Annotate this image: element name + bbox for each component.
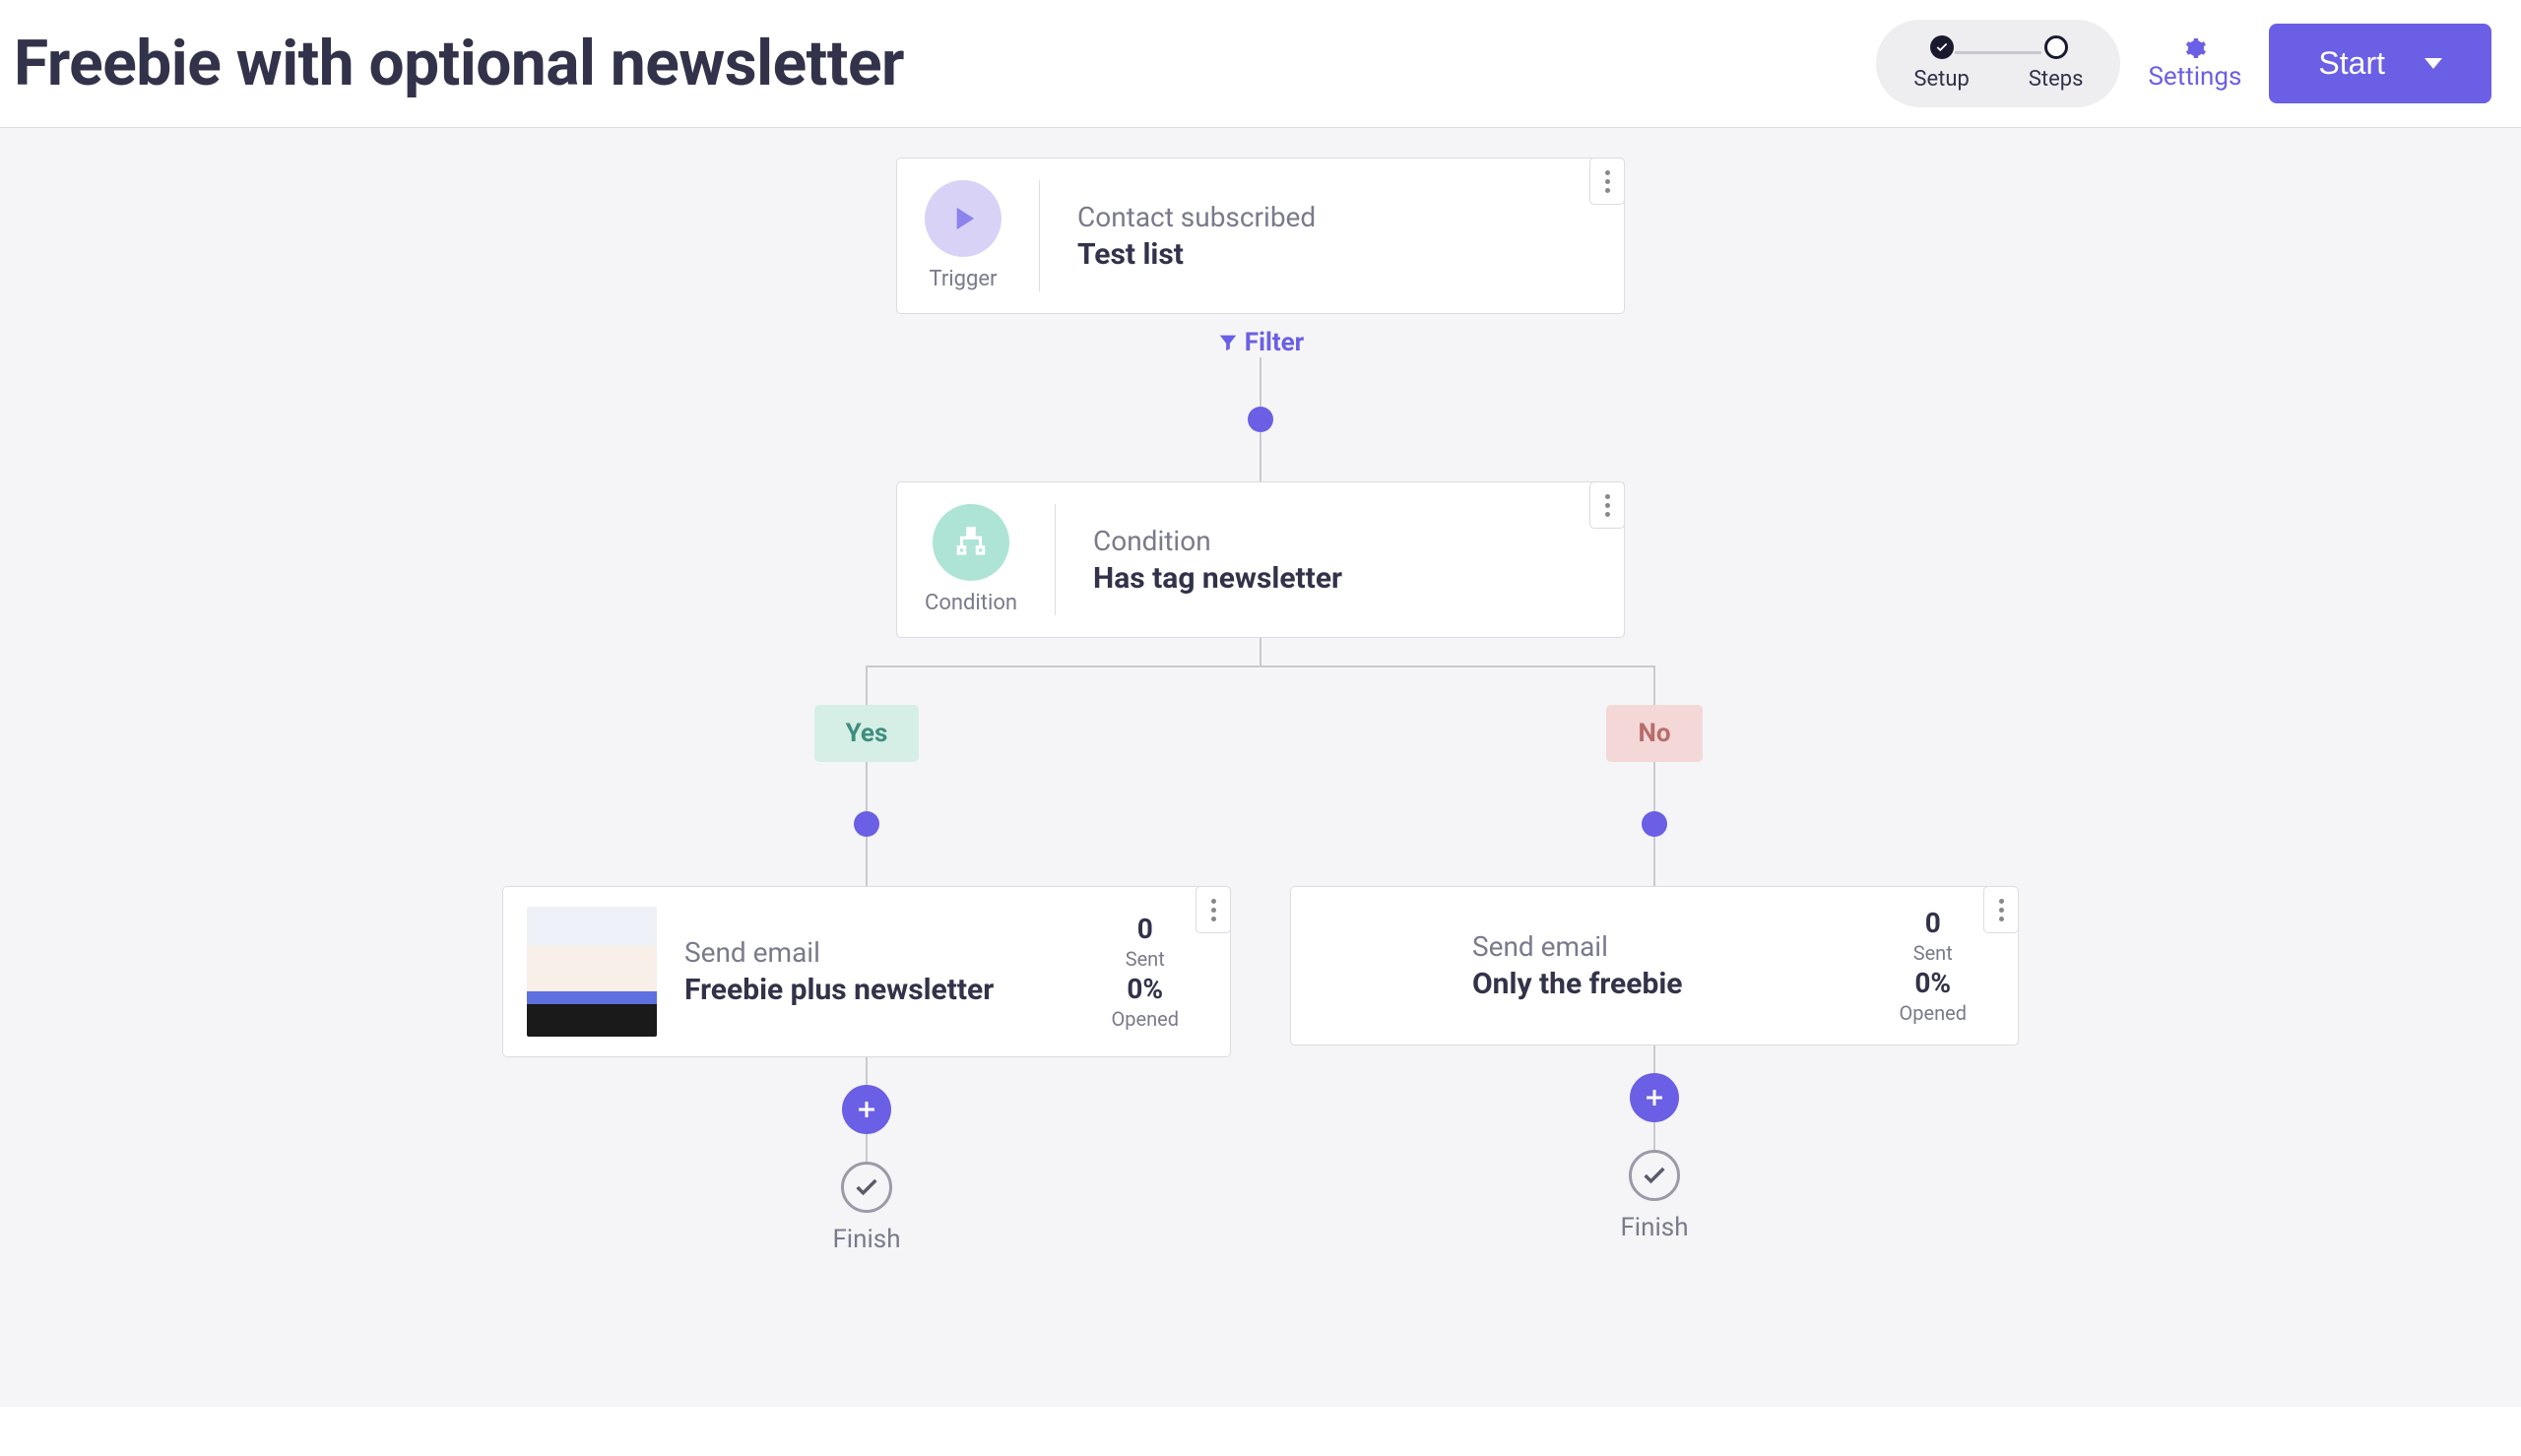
node-menu-button[interactable] — [1589, 158, 1625, 205]
connector — [1653, 762, 1655, 811]
connector — [473, 665, 1260, 705]
connector — [1260, 638, 1261, 665]
play-icon — [925, 180, 1002, 257]
plus-icon — [855, 1098, 878, 1121]
branch-yes: Yes Send email Freebie plus newsletter 0… — [473, 665, 1260, 1254]
finish-label: Finish — [832, 1225, 900, 1254]
email-stat-sent: 0 Sent 0% Opened — [1111, 913, 1179, 1031]
connector — [1653, 1122, 1655, 1150]
condition-title: Has tag newsletter — [1093, 561, 1342, 596]
trigger-node[interactable]: Trigger Contact subscribed Test list — [896, 158, 1625, 314]
connector — [866, 1134, 868, 1162]
filter-icon — [1217, 332, 1239, 353]
connector — [866, 1057, 868, 1085]
email-subtitle: Send email — [1472, 930, 1871, 963]
connector-dot[interactable] — [1642, 811, 1667, 837]
start-button[interactable]: Start — [2269, 24, 2491, 103]
add-step-button[interactable] — [1630, 1073, 1679, 1122]
filter-button[interactable]: Filter — [1217, 328, 1304, 357]
branch-tag-no: No — [1606, 705, 1702, 762]
step-steps[interactable]: Steps — [2029, 35, 2084, 92]
page-title: Freebie with optional newsletter — [14, 27, 904, 100]
email-node-yes[interactable]: Send email Freebie plus newsletter 0 Sen… — [502, 886, 1231, 1057]
flow-root: Trigger Contact subscribed Test list Fil… — [0, 158, 2521, 1254]
branch-tag-yes: Yes — [814, 705, 920, 762]
email-node-no[interactable]: Send email Only the freebie 0 Sent 0% Op… — [1290, 886, 2019, 1045]
steps-indicator: Setup Steps — [1876, 20, 2120, 107]
connector — [1260, 432, 1261, 481]
connector-dot[interactable] — [1248, 407, 1273, 432]
connector — [1653, 837, 1655, 886]
connector — [1653, 1045, 1655, 1073]
email-title: Only the freebie — [1472, 967, 1871, 1001]
page-header: Freebie with optional newsletter Setup S… — [0, 0, 2521, 128]
condition-subtitle: Condition — [1093, 525, 1342, 557]
gear-icon — [2183, 36, 2207, 60]
connector — [866, 837, 868, 886]
chevron-down-icon — [2424, 58, 2442, 69]
email-subtitle: Send email — [684, 936, 1083, 969]
circle-icon — [2044, 35, 2068, 59]
trigger-subtitle: Contact subscribed — [1077, 201, 1316, 233]
node-menu-button[interactable] — [1983, 886, 2019, 933]
email-title: Freebie plus newsletter — [684, 973, 1083, 1007]
trigger-title: Test list — [1077, 237, 1316, 272]
connector — [1260, 357, 1261, 407]
connector — [866, 762, 868, 811]
plus-icon — [1643, 1086, 1666, 1109]
check-icon — [1641, 1162, 1668, 1189]
settings-button[interactable]: Settings — [2148, 36, 2241, 92]
check-icon — [853, 1173, 880, 1201]
finish-label: Finish — [1620, 1213, 1688, 1242]
automation-canvas: Trigger Contact subscribed Test list Fil… — [0, 128, 2521, 1407]
header-right: Setup Steps Settings Start — [1876, 20, 2491, 107]
node-menu-button[interactable] — [1589, 481, 1625, 529]
add-step-button[interactable] — [842, 1085, 891, 1134]
node-menu-button[interactable] — [1196, 886, 1231, 933]
step-setup[interactable]: Setup — [1913, 35, 1969, 92]
condition-node[interactable]: Condition Condition Has tag newsletter — [896, 481, 1625, 638]
finish-node — [841, 1162, 892, 1213]
branch-row: Yes Send email Freebie plus newsletter 0… — [0, 665, 2521, 1254]
connector — [1260, 665, 2048, 705]
check-icon — [1930, 35, 1954, 59]
email-thumbnail — [527, 907, 657, 1037]
finish-node — [1629, 1150, 1680, 1201]
connector-dot[interactable] — [854, 811, 879, 837]
branch-icon — [933, 504, 1009, 581]
email-stat-sent: 0 Sent 0% Opened — [1899, 907, 1967, 1025]
branch-no: No Send email Only the freebie 0 Sent 0%… — [1260, 665, 2048, 1254]
